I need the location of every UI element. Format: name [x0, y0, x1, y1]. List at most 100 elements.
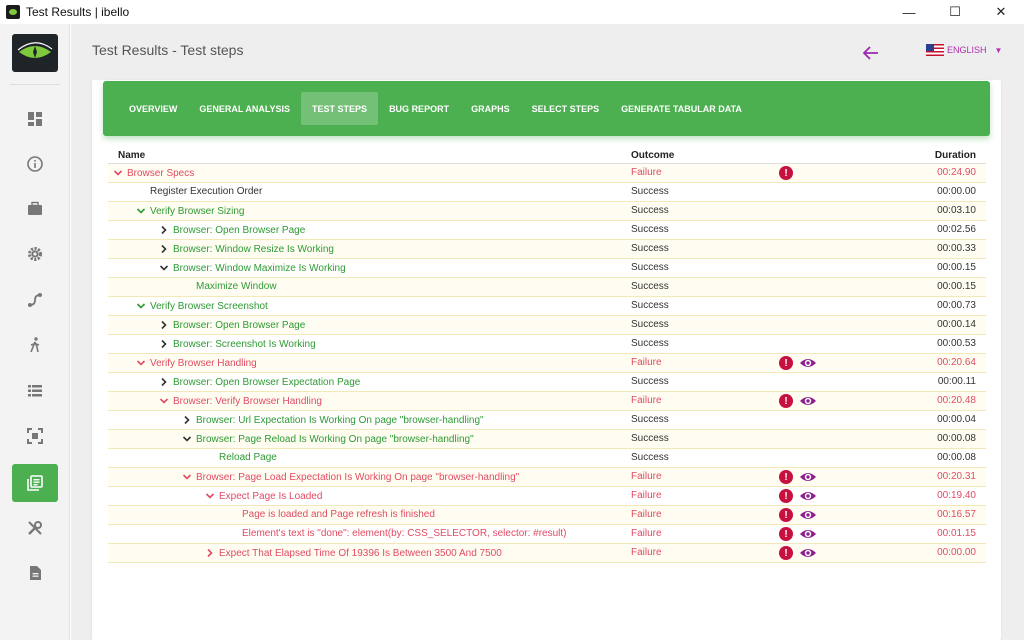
duration-cell: 00:01.15 [937, 528, 976, 539]
table-row[interactable]: Browser: Open Browser Page Success 00:02.5… [108, 221, 986, 240]
sidebar-item-walk[interactable] [12, 326, 58, 364]
eye-icon[interactable] [799, 394, 817, 408]
table-row[interactable]: Expect Page Is Loaded Failure! 00:19.40 [108, 487, 986, 506]
table-row[interactable]: Reload Page Success 00:00.08 [108, 449, 986, 468]
tab-overview[interactable]: OVERVIEW [118, 92, 188, 125]
duration-cell: 00:03.10 [937, 205, 976, 216]
sidebar-item-briefcase[interactable] [12, 190, 58, 228]
language-label: ENGLISH [947, 45, 987, 55]
tab-general-analysis[interactable]: GENERAL ANALYSIS [188, 92, 301, 125]
outcome-cell: Failure [631, 471, 662, 482]
step-name: Expect Page Is Loaded [219, 490, 323, 502]
error-icon[interactable]: ! [779, 527, 793, 541]
table-row[interactable]: Browser: Page Load Expectation Is Workin… [108, 468, 986, 487]
duration-cell: 00:00.00 [937, 186, 976, 197]
sidebar-item-list[interactable] [12, 372, 58, 410]
sidebar-item-document[interactable] [12, 554, 58, 592]
sidebar-item-frame[interactable] [12, 417, 58, 455]
tab-test-steps[interactable]: TEST STEPS [301, 92, 379, 125]
sidebar-item-test-results[interactable] [12, 464, 58, 502]
step-name-cell: Browser: Open Browser Expectation Page [158, 376, 360, 388]
outcome-cell: Success [631, 376, 669, 387]
maximize-button[interactable]: ☐ [932, 0, 978, 24]
sidebar-item-info[interactable] [12, 145, 58, 183]
chevron-down-icon[interactable] [135, 300, 147, 312]
eye-icon[interactable] [799, 508, 817, 522]
sidebar-item-tools[interactable] [12, 509, 58, 547]
table-row[interactable]: Browser: Window Maximize Is Working Succe… [108, 259, 986, 278]
duration-cell: 00:24.90 [937, 167, 976, 178]
chevron-down-icon[interactable] [204, 490, 216, 502]
table-row[interactable]: Browser: Open Browser Expectation Page Su… [108, 373, 986, 392]
table-row[interactable]: Page is loaded and Page refresh is finis… [108, 506, 986, 525]
table-row[interactable]: Browser: Window Resize Is Working Success… [108, 240, 986, 259]
eye-icon[interactable] [799, 527, 817, 541]
chevron-right-icon[interactable] [158, 319, 170, 331]
step-name: Reload Page [219, 452, 277, 463]
column-header-name[interactable]: Name [118, 150, 145, 161]
chevron-down-icon[interactable] [135, 205, 147, 217]
table-row[interactable]: Browser: Page Reload Is Working On page … [108, 430, 986, 449]
error-icon[interactable]: ! [779, 546, 793, 560]
table-row[interactable]: Maximize Window Success 00:00.15 [108, 278, 986, 297]
tab-generate-tabular-data[interactable]: GENERATE TABULAR DATA [610, 92, 753, 125]
frame-icon [27, 428, 43, 444]
close-button[interactable]: ✕ [978, 0, 1024, 24]
column-header-outcome[interactable]: Outcome [631, 150, 674, 161]
ibello-logo[interactable] [12, 34, 58, 72]
eye-icon[interactable] [799, 489, 817, 503]
table-row[interactable]: Browser: Url Expectation Is Working On p… [108, 411, 986, 430]
table-row[interactable]: Browser: Screenshot Is Working Success 00:… [108, 335, 986, 354]
chevron-right-icon[interactable] [158, 243, 170, 255]
error-icon[interactable]: ! [779, 508, 793, 522]
table-row[interactable]: Element's text is "done": element(by: CS… [108, 525, 986, 544]
error-icon[interactable]: ! [779, 394, 793, 408]
chevron-right-icon[interactable] [181, 414, 193, 426]
duration-cell: 00:00.15 [937, 262, 976, 273]
sidebar-item-settings[interactable] [12, 235, 58, 273]
sidebar-item-dashboard[interactable] [12, 100, 58, 138]
eye-icon[interactable] [799, 470, 817, 484]
chevron-down-icon[interactable] [135, 357, 147, 369]
chevron-right-icon[interactable] [204, 547, 216, 559]
error-icon[interactable]: ! [779, 356, 793, 370]
table-row[interactable]: Register Execution Order Success 00:00.00 [108, 183, 986, 202]
column-header-duration[interactable]: Duration [935, 150, 976, 161]
sidebar-item-path[interactable] [12, 281, 58, 319]
duration-cell: 00:00.04 [937, 414, 976, 425]
table-row[interactable]: Expect That Elapsed Time Of 19396 Is Bet… [108, 544, 986, 563]
chevron-down-icon[interactable] [112, 167, 124, 179]
chevron-down-icon[interactable] [158, 395, 170, 407]
results-card: OVERVIEW GENERAL ANALYSIS TEST STEPS BUG RE… [92, 80, 1001, 640]
table-row[interactable]: Browser: Open Browser Page Success 00:00.1… [108, 316, 986, 335]
error-icon[interactable]: ! [779, 489, 793, 503]
minimize-button[interactable]: — [886, 0, 932, 24]
language-selector[interactable]: ENGLISH ▼ [926, 44, 1002, 56]
chevron-down-icon[interactable] [181, 433, 193, 445]
table-row[interactable]: Verify Browser Sizing Success 00:03.10 [108, 202, 986, 221]
table-row[interactable]: Browser Specs Failure! 00:24.90 [108, 164, 986, 183]
eye-icon[interactable] [799, 356, 817, 370]
table-row[interactable]: Verify Browser Handling Failure! 00:20.64 [108, 354, 986, 373]
table-row[interactable]: Browser: Verify Browser Handling Failure!… [108, 392, 986, 411]
tab-select-steps[interactable]: SELECT STEPS [521, 92, 611, 125]
chevron-down-icon[interactable] [158, 262, 170, 274]
step-name-cell: Verify Browser Handling [135, 357, 257, 369]
step-name: Expect That Elapsed Time Of 19396 Is Bet… [219, 547, 502, 559]
table-row[interactable]: Verify Browser Screenshot Success 00:00.73 [108, 297, 986, 316]
error-icon[interactable]: ! [779, 166, 793, 180]
chevron-right-icon[interactable] [158, 376, 170, 388]
dashboard-icon [28, 112, 42, 126]
duration-cell: 00:02.56 [937, 224, 976, 235]
outcome-cell: Success [631, 300, 669, 311]
eye-icon[interactable] [799, 546, 817, 560]
step-name: Browser: Url Expectation Is Working On p… [196, 414, 484, 426]
back-arrow-icon[interactable] [860, 42, 882, 64]
tab-bug-report[interactable]: BUG REPORT [378, 92, 460, 125]
chevron-down-icon[interactable] [181, 471, 193, 483]
error-icon[interactable]: ! [779, 470, 793, 484]
chevron-right-icon[interactable] [158, 224, 170, 236]
tab-graphs[interactable]: GRAPHS [460, 92, 521, 125]
chevron-right-icon[interactable] [158, 338, 170, 350]
duration-cell: 00:00.00 [937, 547, 976, 558]
